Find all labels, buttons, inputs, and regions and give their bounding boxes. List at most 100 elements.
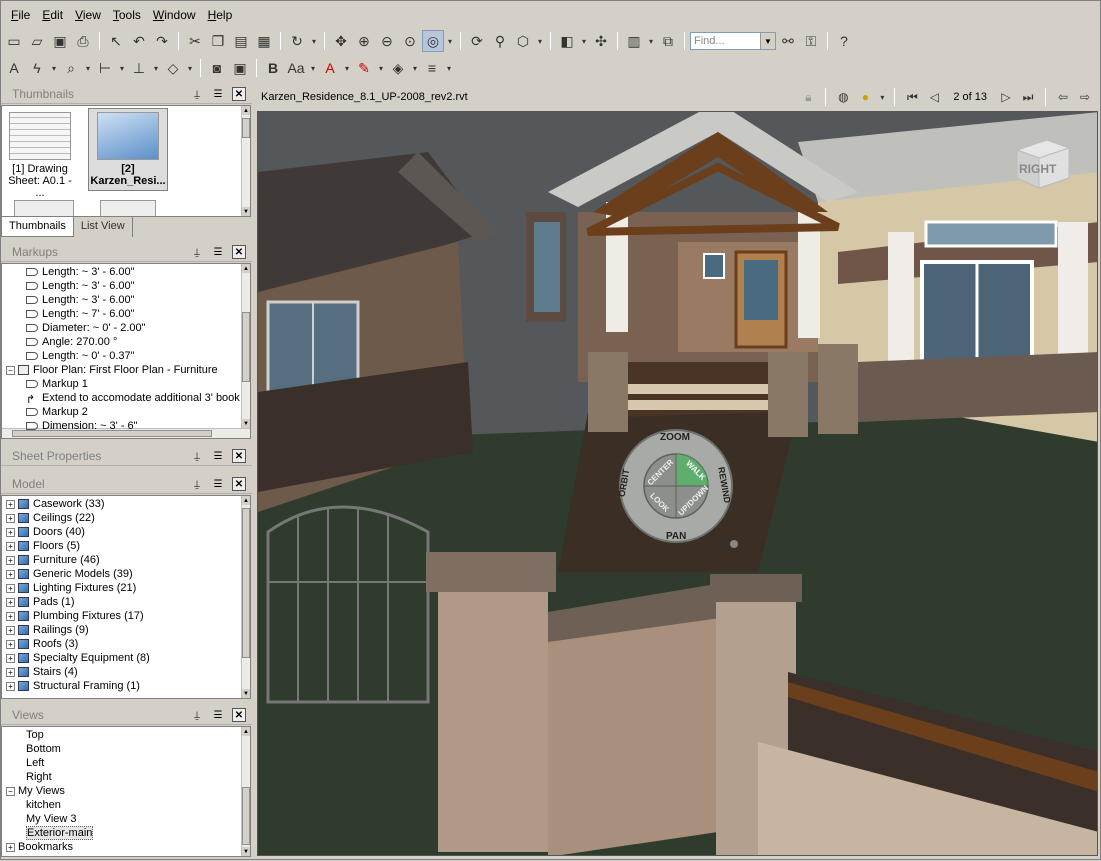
pin-icon[interactable]: ⍊ xyxy=(190,87,204,101)
tree-item[interactable]: Top xyxy=(26,728,44,742)
stamp-dropdown-icon[interactable]: ▾ xyxy=(151,57,161,79)
font-size-dropdown-icon[interactable]: ▾ xyxy=(308,57,318,79)
expand-icon[interactable]: + xyxy=(6,639,15,649)
next-thumbnail-preview[interactable] xyxy=(14,200,74,216)
copy-icon[interactable]: ❐ xyxy=(207,30,229,52)
expand-icon[interactable]: + xyxy=(6,513,15,523)
select-pointer-icon[interactable]: ↖ xyxy=(105,30,127,52)
tree-item[interactable]: Length: ~ 7' - 6.00" xyxy=(26,307,135,321)
tree-item[interactable]: Right xyxy=(26,770,52,784)
tree-item[interactable]: + Furniture (46) xyxy=(6,553,100,567)
tree-item[interactable]: ↱ Extend to accomodate additional 3' book xyxy=(26,391,240,406)
expand-icon[interactable]: + xyxy=(6,667,15,677)
back-icon[interactable]: ⇦ xyxy=(1054,88,1072,106)
scroll-up-icon[interactable]: ▲ xyxy=(242,106,250,115)
collapse-icon[interactable]: − xyxy=(6,365,15,375)
expand-icon[interactable]: + xyxy=(6,842,15,852)
fill-color-dropdown-icon[interactable]: ▾ xyxy=(410,57,420,79)
calculator-icon[interactable]: ▦ xyxy=(253,30,275,52)
thumbnail-3d-model[interactable]: [2] Karzen_Resi... xyxy=(88,108,168,191)
views-scrollbar[interactable]: ▲ ▼ xyxy=(241,727,250,856)
tree-item[interactable]: Bottom xyxy=(26,742,61,756)
font-color-dropdown-icon[interactable]: ▾ xyxy=(342,57,352,79)
cube-view-icon[interactable]: ⬡ xyxy=(512,30,534,52)
tree-item[interactable]: Diameter: ~ 0' - 2.00" xyxy=(26,321,146,335)
layout-icon[interactable]: ▥ xyxy=(623,30,645,52)
3d-model-viewport[interactable]: RIGHT ✕ ZOOM REWIND PAN ORBIT CENTER WAL… xyxy=(257,111,1098,856)
steering-wheel-icon[interactable]: ◎ xyxy=(422,30,444,52)
panel-menu-icon[interactable]: ☰ xyxy=(211,449,225,463)
binoculars-icon[interactable]: ⚯ xyxy=(777,30,799,52)
wheel-pan[interactable]: PAN xyxy=(666,531,686,542)
pin-icon[interactable]: ⍊ xyxy=(190,449,204,463)
stamp-icon[interactable]: ⊥ xyxy=(128,57,150,79)
tree-item[interactable]: Markup 2 xyxy=(26,405,88,419)
lightning-icon[interactable]: ϟ xyxy=(26,57,48,79)
tree-item[interactable]: − My Views xyxy=(6,784,65,798)
expand-icon[interactable]: + xyxy=(6,611,15,621)
menu-view[interactable]: View xyxy=(69,4,107,26)
scroll-up-icon[interactable]: ▲ xyxy=(242,496,250,505)
find-combobox[interactable]: Find... ▼ xyxy=(690,32,776,50)
expand-icon[interactable]: + xyxy=(6,625,15,635)
previous-page-icon[interactable]: ◁ xyxy=(925,88,943,106)
lightbulb-dropdown-icon[interactable]: ▾ xyxy=(878,88,886,106)
panel-menu-icon[interactable]: ☰ xyxy=(211,245,225,259)
tree-item[interactable]: + Roofs (3) xyxy=(6,637,78,651)
forward-icon[interactable]: ⇨ xyxy=(1076,88,1094,106)
lightbulb-icon[interactable]: ● xyxy=(856,88,874,106)
tree-item[interactable]: + Structural Framing (1) xyxy=(6,679,140,693)
scroll-thumb[interactable] xyxy=(242,312,250,382)
pin-icon[interactable]: ⍊ xyxy=(190,245,204,259)
tree-item[interactable]: Dimension: ~ 3' - 6" xyxy=(26,419,138,433)
save-icon[interactable]: ▣ xyxy=(49,30,71,52)
menu-file[interactable]: File xyxy=(5,4,36,26)
tree-item[interactable]: Exterior-main xyxy=(26,826,94,840)
tree-item[interactable]: + Railings (9) xyxy=(6,623,89,637)
print-icon[interactable]: ⎙ xyxy=(72,30,94,52)
scroll-down-icon[interactable]: ▼ xyxy=(242,847,250,856)
first-page-icon[interactable]: ⏮ xyxy=(903,88,921,106)
pan-icon[interactable]: ✥ xyxy=(330,30,352,52)
text-markup-icon[interactable]: A xyxy=(3,57,25,79)
tree-item[interactable]: + Bookmarks xyxy=(6,840,73,854)
tree-item[interactable]: Length: ~ 3' - 6.00" xyxy=(26,265,135,279)
dimension-dropdown-icon[interactable]: ▾ xyxy=(117,57,127,79)
panel-menu-icon[interactable]: ☰ xyxy=(211,477,225,491)
scroll-down-icon[interactable]: ▼ xyxy=(242,689,250,698)
tree-item[interactable]: Length: ~ 3' - 6.00" xyxy=(26,293,135,307)
steering-wheel[interactable]: ✕ ZOOM REWIND PAN ORBIT CENTER WALK LOOK… xyxy=(614,428,738,548)
model-scrollbar[interactable]: ▲ ▼ xyxy=(241,496,250,698)
section-box-icon[interactable]: ◧ xyxy=(556,30,578,52)
open-folder-icon[interactable]: ▱ xyxy=(26,30,48,52)
close-icon[interactable]: ✕ xyxy=(728,430,736,441)
tree-item[interactable]: My View 3 xyxy=(26,812,77,826)
walk-icon[interactable]: ⚲ xyxy=(489,30,511,52)
tree-item[interactable]: + Doors (40) xyxy=(6,525,85,539)
line-color-icon[interactable]: ✎ xyxy=(353,57,375,79)
tree-item[interactable]: + Casework (33) xyxy=(6,497,105,511)
find-dropdown-icon[interactable]: ▼ xyxy=(760,33,775,49)
expand-icon[interactable]: + xyxy=(6,541,15,551)
scroll-up-icon[interactable]: ▲ xyxy=(242,264,250,273)
orbit-icon[interactable]: ⟳ xyxy=(466,30,488,52)
shape-dropdown-icon[interactable]: ▾ xyxy=(185,57,195,79)
expand-icon[interactable]: + xyxy=(6,681,15,691)
tree-item[interactable]: Length: ~ 3' - 6.00" xyxy=(26,279,135,293)
tab-list-view[interactable]: List View xyxy=(73,217,133,237)
layout-dropdown-icon[interactable]: ▾ xyxy=(646,30,656,52)
new-icon[interactable]: ▭ xyxy=(3,30,25,52)
refresh-icon[interactable]: ↻ xyxy=(286,30,308,52)
tree-item[interactable]: + Floors (5) xyxy=(6,539,80,553)
markup-balloon-icon[interactable]: ◍ xyxy=(834,88,852,106)
thumbnails-scrollbar[interactable]: ▲ ▼ xyxy=(241,106,250,216)
callout-icon[interactable]: ⌕ xyxy=(60,57,82,79)
menu-window[interactable]: Window xyxy=(147,4,202,26)
dimension-icon[interactable]: ⊢ xyxy=(94,57,116,79)
refresh-dropdown-icon[interactable]: ▾ xyxy=(309,30,319,52)
tree-item[interactable]: + Specialty Equipment (8) xyxy=(6,651,150,665)
expand-icon[interactable]: + xyxy=(6,569,15,579)
scroll-thumb[interactable] xyxy=(242,118,250,138)
tree-item[interactable]: kitchen xyxy=(26,798,61,812)
camera-icon[interactable]: ◙ xyxy=(206,57,228,79)
